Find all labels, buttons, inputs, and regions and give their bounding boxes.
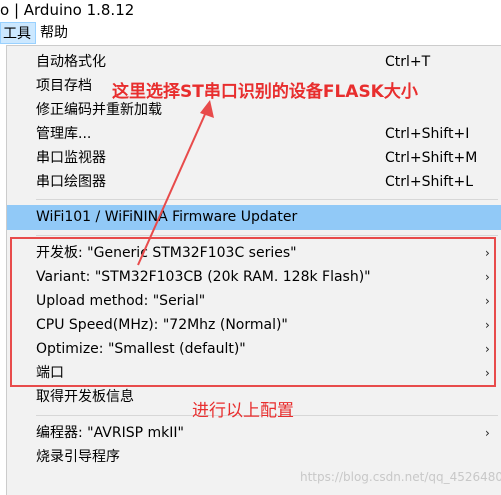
annotation-bottom-note: 进行以上配置 bbox=[192, 401, 294, 421]
annotation-top-note: 这里选择ST串口识别的设备FLASK大小 bbox=[112, 82, 418, 102]
watermark: https://blog.csdn.net/qq_45264808 bbox=[300, 470, 501, 484]
